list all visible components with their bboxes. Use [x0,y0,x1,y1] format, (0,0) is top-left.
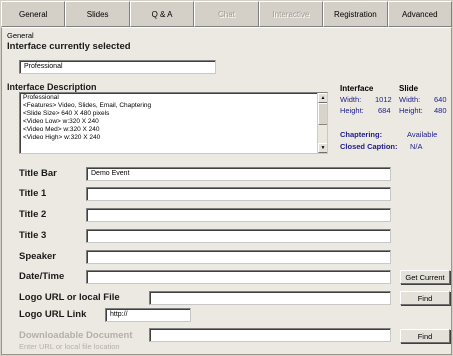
tab-registration[interactable]: Registration [323,1,388,27]
tab-chat: Chat [194,1,259,27]
slide-width-label: Width: [399,95,421,104]
interface-width-value: 1012 [375,95,392,104]
datetime-input[interactable] [86,270,391,284]
description-line: <Features> Video, Slides, Email, Chapter… [23,102,152,109]
downloadable-document-label: Downloadable Document [19,330,133,341]
description-line: <Video High> w:320 X 240 [23,134,101,141]
get-current-button[interactable]: Get Current [400,270,450,284]
slide-width-value: 640 [434,95,447,104]
logo-link-input[interactable]: http:// [105,308,191,322]
logo-link-label: Logo URL Link [19,309,87,320]
title3-input[interactable] [86,229,391,243]
description-line: <Video Med> w:320 X 240 [23,126,100,133]
interface-heading: Interface [340,84,374,93]
interface-description-heading: Interface Description [7,82,97,92]
tab-slides[interactable]: Slides [65,1,130,27]
tab-general[interactable]: General [1,1,66,27]
title1-input[interactable] [86,187,391,201]
interface-selected-heading: Interface currently selected [7,41,131,52]
title-bar-label: Title Bar [19,168,57,179]
closed-caption-label: Closed Caption: [340,142,398,151]
interface-height-label: Height: [340,106,364,115]
chaptering-label: Chaptering: [340,130,383,139]
scroll-down-icon[interactable]: ▼ [318,143,327,153]
logo-find-button[interactable]: Find [400,291,450,305]
tab-interactive: Interactive [258,1,324,27]
title1-label: Title 1 [19,188,47,199]
downloadable-document-input[interactable] [149,328,391,342]
general-panel: General Interface currently selected Pro… [1,27,452,355]
tab-bar: General Slides Q & A Chat Interactive Re… [1,1,452,27]
speaker-label: Speaker [19,251,56,262]
scroll-thumb[interactable] [318,103,327,125]
chaptering-value: Available [407,130,438,139]
slide-height-value: 480 [434,106,447,115]
tab-qa[interactable]: Q & A [129,1,195,27]
title-bar-input[interactable]: Demo Event [86,167,391,181]
logo-file-input[interactable] [149,291,391,305]
tab-advanced[interactable]: Advanced [387,1,452,27]
slide-height-label: Height: [399,106,423,115]
group-label-general: General [7,31,34,40]
title2-input[interactable] [86,208,391,222]
description-line: Professional [23,94,59,101]
description-line: <Slide Size> 640 X 480 pixels [23,110,110,117]
interface-width-label: Width: [340,95,362,104]
interface-description-box[interactable]: Professional <Features> Video, Slides, E… [19,92,328,154]
description-line: <Video Low> w:320 X 240 [23,118,99,125]
downloadable-find-button[interactable]: Find [400,329,450,343]
datetime-label: Date/Time [19,271,65,282]
speaker-input[interactable] [86,250,391,264]
description-scrollbar[interactable]: ▲ ▼ [317,93,327,153]
interface-height-value: 684 [378,106,391,115]
scroll-up-icon[interactable]: ▲ [318,93,327,103]
logo-file-label: Logo URL or local File [19,292,120,303]
title3-label: Title 3 [19,230,47,241]
closed-caption-value: N/A [410,142,423,151]
interface-selected-field: Professional [19,60,216,74]
slide-heading: Slide [399,84,419,93]
downloadable-hint: Enter URL or local file location [19,342,120,351]
title2-label: Title 2 [19,209,47,220]
